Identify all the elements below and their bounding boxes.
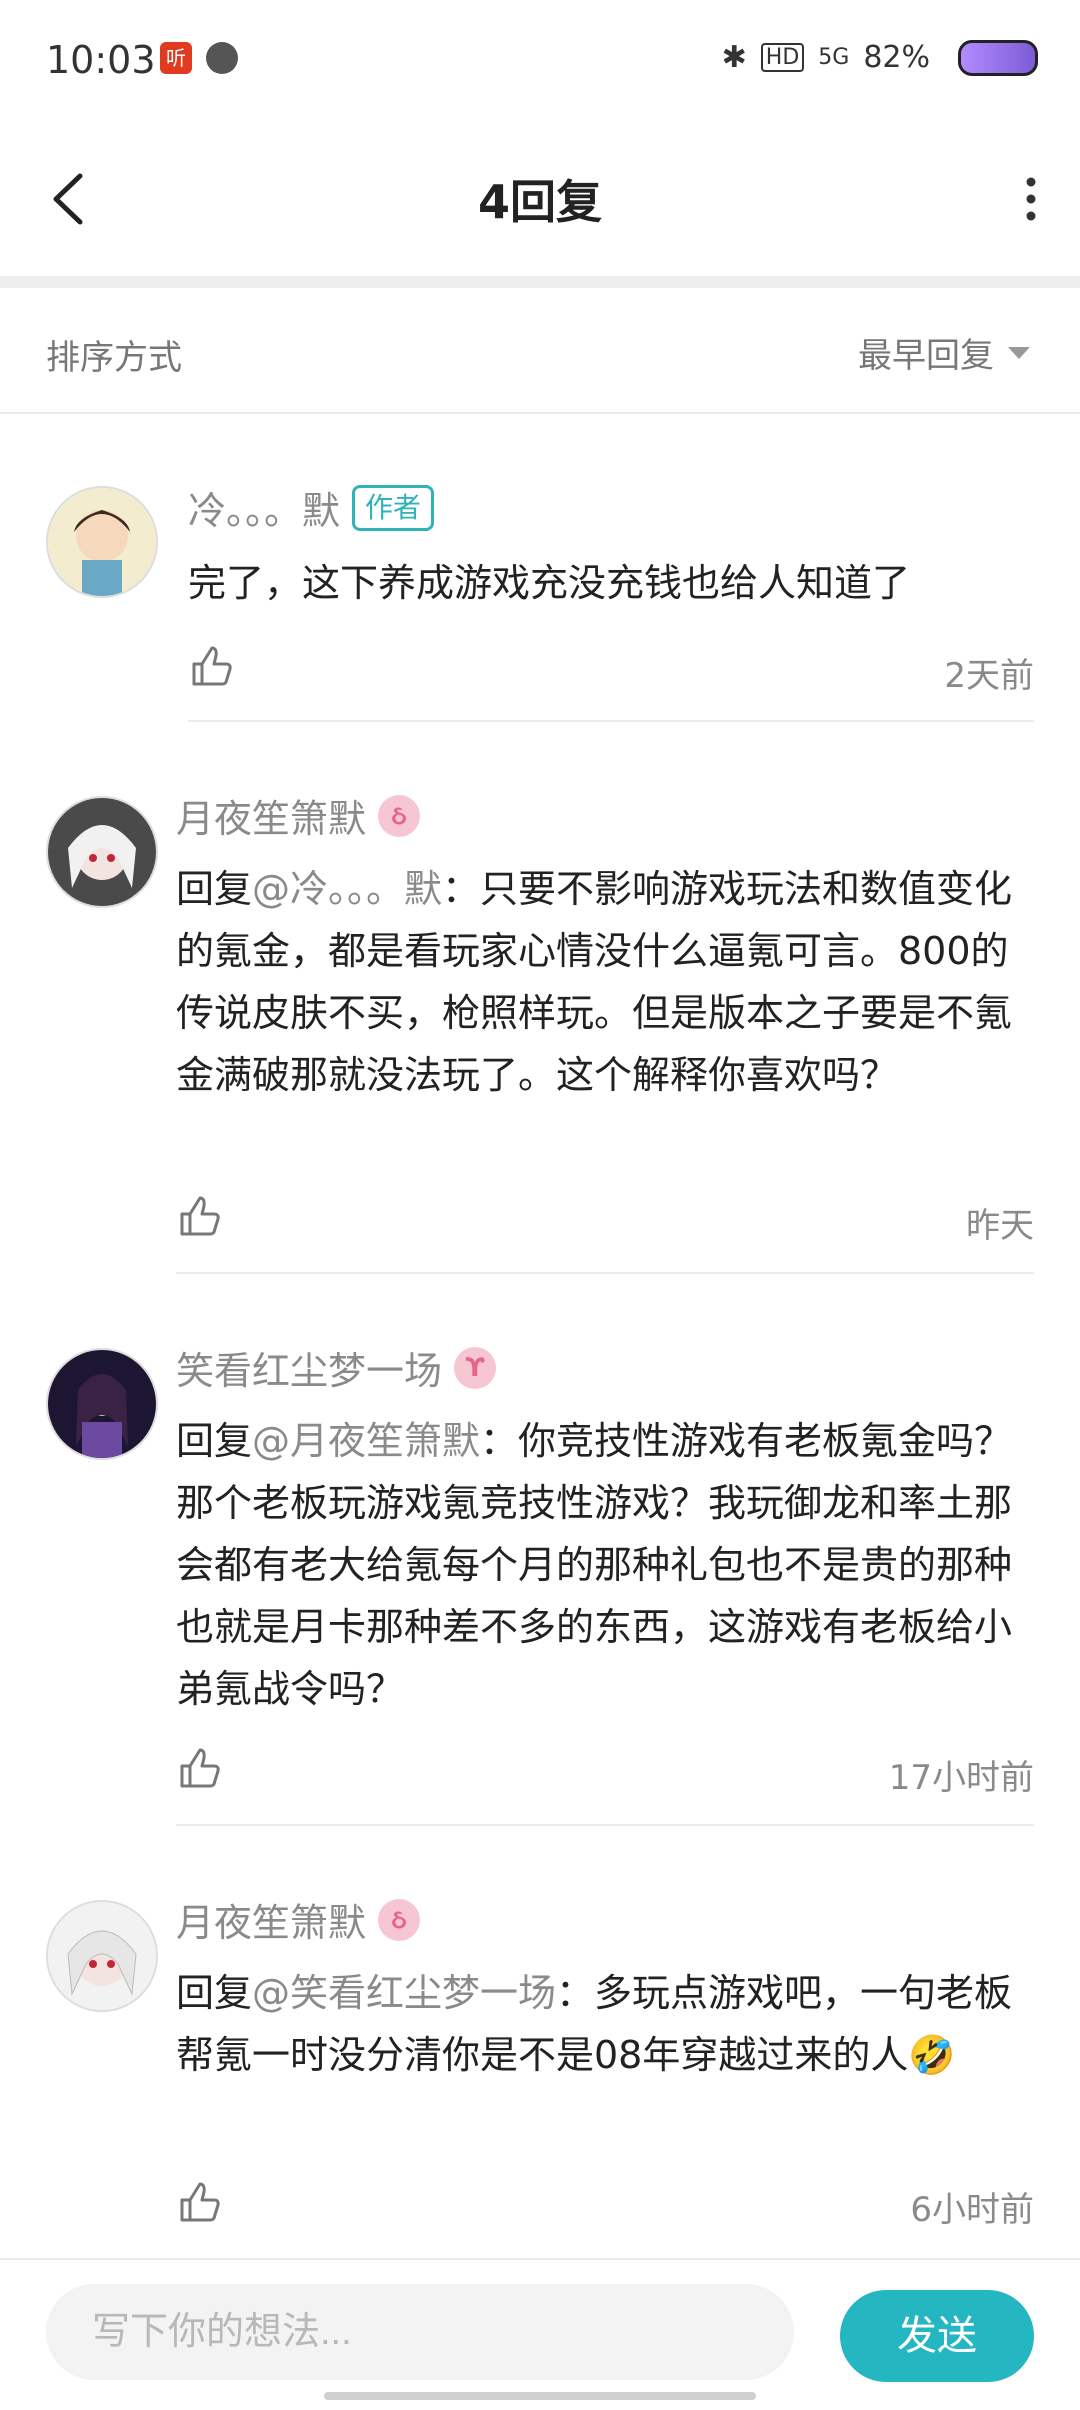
mention-link[interactable]: @月夜笙箫默: [252, 1419, 480, 1463]
battery-percent: 82%: [863, 40, 930, 75]
thumbs-up-icon: [192, 646, 232, 686]
username[interactable]: 冷。。。默: [188, 480, 340, 535]
battery-icon: [958, 40, 1038, 76]
avatar[interactable]: [46, 796, 158, 908]
level-badge-icon: ઠ: [378, 794, 421, 837]
reply-prefix: 回复: [176, 1419, 253, 1463]
hd-icon: HD: [760, 43, 805, 72]
more-button[interactable]: [1006, 164, 1056, 234]
thumbs-up-icon: [180, 2182, 220, 2222]
level-badge-icon: ઠ: [378, 1898, 421, 1941]
header-divider: [0, 276, 1080, 288]
comment-item: 月夜笙箫默 ઠ 回复@笑看红尘梦一场：多玩点游戏吧，一句老板帮氪一时没分清你是不…: [0, 1826, 1080, 2258]
comment-username-row: 笑看红尘梦一场 ϒ: [176, 1340, 497, 1395]
sort-dropdown[interactable]: 最早回复: [858, 328, 1030, 377]
signal-icon: 5G: [818, 45, 850, 70]
caret-down-icon: [1008, 346, 1030, 359]
reply-composer: 发送: [0, 2258, 1080, 2410]
page-title: 4回复: [477, 175, 602, 229]
comment-item: 笑看红尘梦一场 ϒ 回复@月夜笙箫默：你竞技性游戏有老板氪金吗？那个老板玩游戏氪…: [0, 1274, 1080, 1826]
like-button[interactable]: [176, 1192, 224, 1240]
header: 4回复: [0, 124, 1080, 274]
more-vertical-icon: [1026, 177, 1036, 221]
sort-row: 排序方式 最早回复: [0, 290, 1080, 414]
avatar[interactable]: [46, 486, 158, 598]
level-badge-icon: ϒ: [454, 1346, 497, 1389]
sort-label: 排序方式: [46, 338, 182, 378]
comment-text: 完了，这下养成游戏充没充钱也给人知道了: [188, 561, 911, 605]
comment-time: 2天前: [944, 656, 1034, 696]
notification-icon: [206, 42, 238, 74]
username[interactable]: 月夜笙箫默: [176, 788, 366, 843]
username[interactable]: 笑看红尘梦一场: [176, 1340, 442, 1395]
comment-time: 6小时前: [910, 2190, 1034, 2230]
like-button[interactable]: [176, 2178, 224, 2226]
like-button[interactable]: [176, 1744, 224, 1792]
username[interactable]: 月夜笙箫默: [176, 1892, 366, 1947]
comment-item: 冷。。。默 作者 完了，这下养成游戏充没充钱也给人知道了 2天前: [0, 412, 1080, 722]
comment-item: 月夜笙箫默 ઠ 回复@冷。。。默：只要不影响游戏玩法和数值变化的氪金，都是看玩家…: [0, 722, 1080, 1274]
mention-link[interactable]: @冷。。。默: [252, 867, 442, 911]
comment-text: 回复@月夜笙箫默：你竞技性游戏有老板氪金吗？那个老板玩游戏氪竞技性游戏？我玩御龙…: [176, 1410, 1036, 1720]
system-icons: ✱ HD 5G 82%: [722, 40, 930, 75]
comment-username-row: 月夜笙箫默 ઠ: [176, 788, 421, 843]
comment-username-row: 月夜笙箫默 ઠ: [176, 1892, 421, 1947]
reply-input[interactable]: [46, 2284, 794, 2380]
bluetooth-icon: ✱: [721, 40, 747, 75]
sort-selected-value: 最早回复: [858, 336, 994, 376]
home-indicator[interactable]: [324, 2392, 756, 2400]
thumbs-up-icon: [180, 1196, 220, 1236]
mention-link[interactable]: @笑看红尘梦一场: [252, 1971, 556, 2015]
comment-username-row: 冷。。。默 作者: [188, 480, 435, 535]
comment-time: 17小时前: [888, 1758, 1034, 1798]
comment-time: 昨天: [966, 1206, 1034, 1246]
send-button[interactable]: 发送: [840, 2290, 1034, 2382]
comment-text: 回复@笑看红尘梦一场：多玩点游戏吧，一句老板帮氪一时没分清你是不是08年穿越过来…: [176, 1962, 1036, 2086]
avatar[interactable]: [46, 1348, 158, 1460]
reply-prefix: 回复: [176, 1971, 253, 2015]
app-notification-icon: 听: [160, 42, 192, 74]
status-time: 10:03: [46, 38, 156, 82]
avatar[interactable]: [46, 1900, 158, 2012]
like-button[interactable]: [188, 642, 236, 690]
author-badge: 作者: [352, 484, 435, 531]
thumbs-up-icon: [180, 1748, 220, 1788]
comment-text: 回复@冷。。。默：只要不影响游戏玩法和数值变化的氪金，都是看玩家心情没什么逼氪可…: [176, 858, 1036, 1106]
reply-prefix: 回复: [176, 867, 253, 911]
status-bar: 10:03 听 ✱ HD 5G 82%: [0, 0, 1080, 124]
